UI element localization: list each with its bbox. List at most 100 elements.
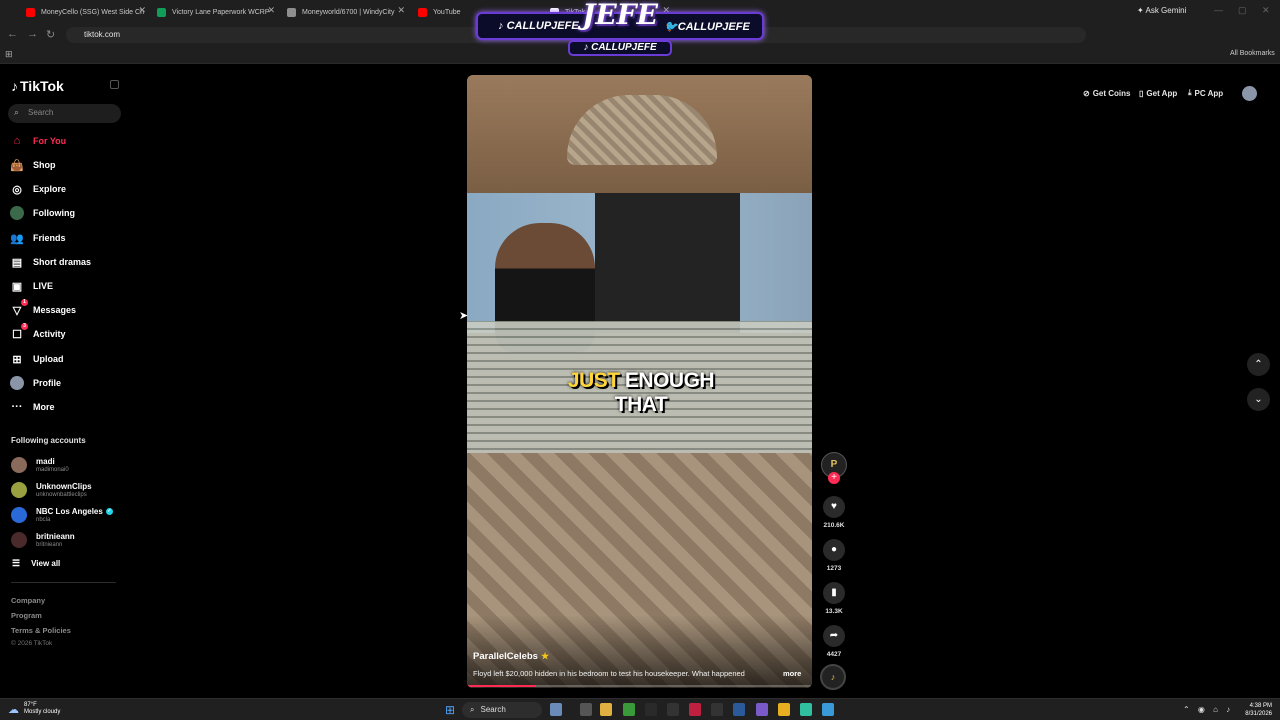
- messages-icon: ▽ 1: [10, 299, 28, 317]
- video-frame-top: [467, 75, 812, 195]
- nav-activity[interactable]: ☐ 3 Activity: [10, 323, 66, 344]
- user-avatar[interactable]: [1242, 86, 1257, 101]
- nav-following[interactable]: Following: [10, 203, 75, 223]
- browser-tab[interactable]: Victory Lane Paperwork WCRP ✕: [157, 3, 275, 21]
- close-tab-icon[interactable]: ✕: [138, 5, 146, 16]
- minimize-icon[interactable]: —: [1214, 5, 1223, 15]
- taskbar-app-icon[interactable]: [800, 703, 812, 716]
- avatar: [11, 482, 27, 498]
- nav-shop[interactable]: 👜 Shop: [10, 155, 56, 175]
- music-disc-icon[interactable]: ♪: [820, 664, 846, 690]
- footer-terms-link[interactable]: Terms & Policies: [11, 626, 71, 635]
- get-coins-button[interactable]: ⊘ Get Coins: [1083, 86, 1130, 100]
- reload-icon[interactable]: ↻: [46, 28, 55, 41]
- footer-company-link[interactable]: Company: [11, 596, 45, 605]
- nav-for-you[interactable]: ⌂ For You: [10, 131, 67, 151]
- close-tab-icon[interactable]: ✕: [397, 5, 405, 16]
- nav-friends[interactable]: 👥 Friends: [10, 228, 65, 248]
- sheets-favicon-icon: [157, 7, 166, 17]
- video-player[interactable]: JUST ENOUGH THAT ParallelCelebs ★ Floyd l…: [467, 75, 812, 688]
- film-icon: ▤: [11, 256, 23, 269]
- ask-gemini-label: Ask Gemini: [1145, 6, 1187, 15]
- more-button[interactable]: more: [783, 669, 801, 678]
- follow-plus-icon[interactable]: +: [828, 472, 840, 484]
- page-favicon-icon: [287, 7, 296, 17]
- following-account[interactable]: UnknownClips unknownbattleclips: [11, 479, 92, 501]
- overlay-handle-bottom: ♪ CALLUPJEFE: [568, 40, 672, 56]
- video-progress-bar[interactable]: [467, 685, 812, 687]
- close-tab-icon[interactable]: ✕: [267, 5, 275, 16]
- previous-video-chevron-up-icon[interactable]: ⌃: [1247, 353, 1270, 376]
- video-progress-fill: [467, 685, 536, 687]
- back-icon[interactable]: ←: [7, 28, 18, 40]
- discord-icon[interactable]: [756, 703, 768, 716]
- get-app-label: Get App: [1146, 88, 1178, 98]
- search-placeholder: Search: [28, 108, 54, 117]
- ask-gemini-button[interactable]: ✦ Ask Gemini: [1137, 6, 1186, 15]
- avatar: [11, 457, 27, 473]
- all-bookmarks-button[interactable]: All Bookmarks: [1230, 50, 1275, 57]
- taskbar-app-icon[interactable]: [667, 703, 679, 716]
- browser-tab[interactable]: Moneyworld/6700 | WindyCity ✕: [287, 3, 405, 21]
- footer-program-link[interactable]: Program: [11, 611, 42, 620]
- nav-label: Shop: [33, 160, 56, 170]
- video-author[interactable]: ParallelCelebs ★: [473, 651, 549, 662]
- live-tv-icon: ▣: [11, 280, 23, 293]
- weather-widget[interactable]: ☁ 87°F Mostly cloudy: [8, 702, 60, 716]
- task-view-icon[interactable]: [580, 703, 592, 716]
- forward-icon[interactable]: →: [27, 28, 38, 40]
- nav-label: Following: [33, 208, 75, 218]
- search-icon: ⌕: [14, 107, 20, 117]
- browser-tab[interactable]: MoneyCello (SSG) West Side Ch ✕: [26, 3, 146, 21]
- taskbar-search-label: Search: [480, 705, 506, 714]
- bookmark-icon: ▮: [823, 582, 845, 604]
- get-app-button[interactable]: ▯ Get App: [1139, 86, 1177, 100]
- phone-icon: ▯: [1139, 88, 1144, 98]
- following-account[interactable]: britnieann britnieann: [11, 529, 75, 551]
- view-all-button[interactable]: ☰ View all: [12, 558, 60, 569]
- steam-icon[interactable]: [733, 703, 745, 716]
- taskbar-app-icon[interactable]: [550, 703, 562, 716]
- nav-upload[interactable]: ⊞ Upload: [10, 349, 63, 369]
- search-input[interactable]: ⌕ Search: [8, 104, 121, 123]
- collapse-sidebar-icon[interactable]: [110, 80, 119, 89]
- taskbar-search[interactable]: ⌕ Search: [462, 702, 542, 718]
- browser-tab[interactable]: YouTube: [418, 3, 478, 21]
- url-text: tiktok.com: [84, 30, 121, 39]
- taskbar-app-icon[interactable]: [711, 703, 723, 716]
- nav-profile[interactable]: Profile: [10, 373, 61, 393]
- save-button[interactable]: ▮ 13.3K: [820, 582, 848, 615]
- upload-icon: ⊞: [12, 353, 22, 366]
- save-count: 13.3K: [825, 608, 843, 615]
- like-button[interactable]: ♥ 210.6K: [820, 496, 848, 529]
- nav-more[interactable]: ··· More: [10, 397, 55, 417]
- taskbar-app-icon[interactable]: [822, 703, 834, 716]
- system-tray-icons[interactable]: ⌃ ◉ ⌂ ♪: [1183, 705, 1233, 714]
- maximize-icon[interactable]: ▢: [1238, 5, 1247, 16]
- file-explorer-icon[interactable]: [600, 703, 612, 716]
- comment-button[interactable]: ● 1273: [820, 539, 848, 572]
- account-handle: madimonai0: [36, 467, 69, 473]
- avatar: [11, 507, 27, 523]
- nav-short-dramas[interactable]: ▤ Short dramas: [10, 252, 91, 272]
- windows-start-icon[interactable]: ⊞: [445, 703, 455, 717]
- account-handle: nbcla: [36, 517, 51, 523]
- following-account[interactable]: NBC Los Angeles ✓ nbcla: [11, 504, 113, 526]
- nav-explore[interactable]: ◎ Explore: [10, 179, 66, 199]
- nav-live[interactable]: ▣ LIVE: [10, 276, 53, 296]
- taskbar-app-icon[interactable]: [689, 703, 701, 716]
- tiktok-logo[interactable]: ♪ TikTok: [11, 78, 64, 94]
- clock[interactable]: 4:38 PM 8/31/2026: [1240, 702, 1272, 718]
- chrome-icon[interactable]: [778, 703, 790, 716]
- next-video-chevron-down-icon[interactable]: ⌄: [1247, 388, 1270, 411]
- clock-date: 8/31/2026: [1245, 711, 1272, 717]
- taskbar-app-icon[interactable]: [645, 703, 657, 716]
- nav-messages[interactable]: ▽ 1 Messages: [10, 299, 76, 320]
- pc-app-button[interactable]: ⤓ PC App: [1188, 86, 1223, 100]
- xbox-icon[interactable]: [623, 703, 635, 716]
- close-window-icon[interactable]: ✕: [1262, 5, 1270, 16]
- following-account[interactable]: madi madimonai0: [11, 454, 69, 476]
- apps-grid-icon[interactable]: ⊞: [5, 49, 13, 60]
- share-button[interactable]: ➦ 4427: [820, 625, 848, 658]
- following-accounts-title: Following accounts: [11, 436, 86, 445]
